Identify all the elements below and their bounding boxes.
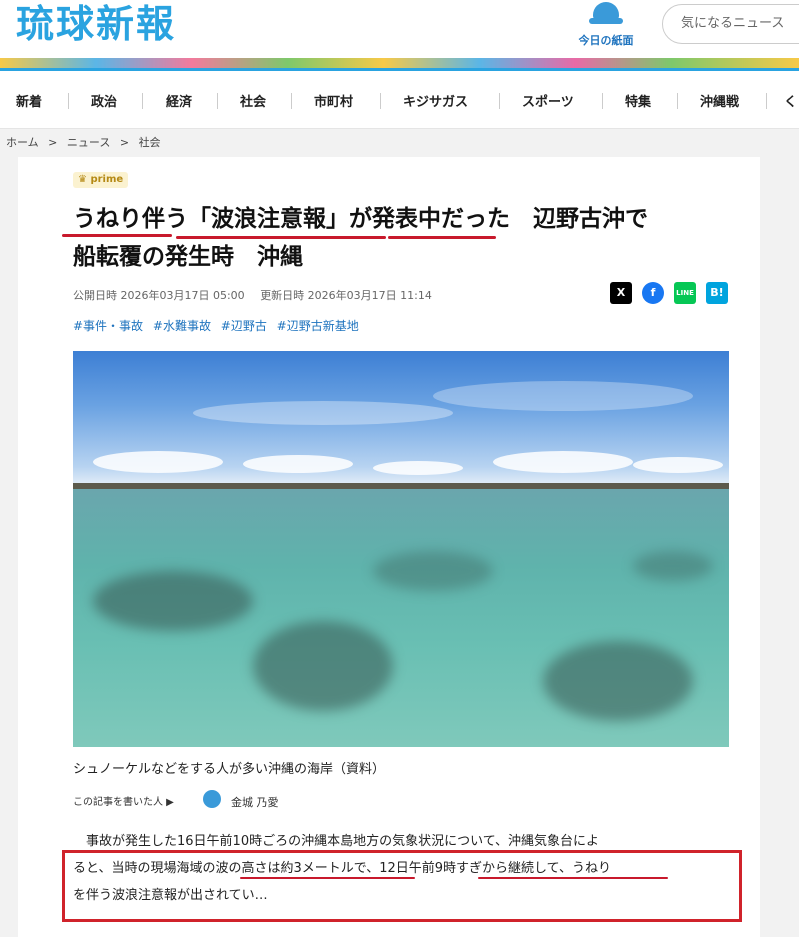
title-annotation-underline <box>62 234 172 237</box>
breadcrumb-society[interactable]: 社会 <box>139 136 161 149</box>
page-margin-left <box>0 157 18 937</box>
author-label: この記事を書いた人 ▶ <box>73 797 174 808</box>
search-input[interactable]: 気になるニュース <box>662 4 799 44</box>
article-tags: #事件・事故 #水難事故 #辺野古 #辺野古新基地 <box>73 317 365 334</box>
breadcrumb-news[interactable]: ニュース <box>67 136 110 149</box>
nav-separator <box>499 93 500 109</box>
nav-item-sports[interactable]: スポーツ <box>522 91 574 110</box>
nav-item-politics[interactable]: 政治 <box>91 91 117 110</box>
article-title-line-1: うねり伴う「波浪注意報」が発表中だった 辺野古沖で <box>73 206 648 232</box>
breadcrumb: ホーム > ニュース > 社会 <box>0 129 799 157</box>
nav-item-municipalities[interactable]: 市町村 <box>314 91 353 110</box>
title-annotation-underline <box>176 236 386 239</box>
tag-link[interactable]: #辺野古 <box>221 319 267 333</box>
author-avatar[interactable] <box>203 790 221 808</box>
chevron-right-icon: > <box>48 136 58 149</box>
nav-item-new[interactable]: 新着 <box>16 91 42 110</box>
photo-caption: シュノーケルなどをする人が多い沖縄の海岸（資料） <box>73 762 386 777</box>
share-line-button[interactable]: LINE <box>674 282 696 304</box>
title-annotation-underline <box>388 236 496 239</box>
nav-separator <box>380 93 381 109</box>
nav-item-kijisagasu[interactable]: キジサガス <box>403 91 468 110</box>
article-title-line-2: 船転覆の発生時 沖縄 <box>73 244 303 270</box>
todays-paper-button[interactable]: 今日の紙面 <box>568 0 644 50</box>
main-nav: 新着 政治 経済 社会 市町村 キジサガス スポーツ 特集 沖縄戦 く <box>0 71 799 129</box>
body-annotation-underline <box>478 877 668 879</box>
nav-separator <box>217 93 218 109</box>
share-hatena-button[interactable]: B! <box>706 282 728 304</box>
nav-separator <box>291 93 292 109</box>
nav-separator <box>766 93 767 109</box>
page-margin-right <box>760 157 799 937</box>
nav-item-society[interactable]: 社会 <box>240 91 266 110</box>
article-photo <box>73 351 729 747</box>
tag-link[interactable]: #辺野古新基地 <box>277 319 359 333</box>
nav-separator <box>68 93 69 109</box>
nav-separator <box>677 93 678 109</box>
newspaper-icon <box>589 0 623 26</box>
article-dates: 公開日時 2026年03月17日 05:00 更新日時 2026年03月17日 … <box>73 287 444 303</box>
nav-separator <box>602 93 603 109</box>
tag-link[interactable]: #事件・事故 <box>73 319 143 333</box>
site-logo[interactable]: 琉球新報 <box>16 2 176 46</box>
author-name[interactable]: 金城 乃愛 <box>231 794 279 810</box>
chevron-right-icon: > <box>119 136 130 149</box>
prime-badge: ♛ prime <box>73 172 129 188</box>
nav-item-features[interactable]: 特集 <box>625 91 651 110</box>
share-facebook-button[interactable]: f <box>642 282 664 304</box>
todays-paper-label: 今日の紙面 <box>578 34 634 47</box>
nav-item-economy[interactable]: 経済 <box>166 91 192 110</box>
body-annotation-underline <box>240 877 415 879</box>
nav-item-more[interactable]: く <box>784 91 797 110</box>
updated-date: 更新日時 2026年03月17日 11:14 <box>260 289 432 302</box>
nav-separator <box>142 93 143 109</box>
body-annotation-box <box>62 850 742 922</box>
tag-link[interactable]: #水難事故 <box>153 319 211 333</box>
site-header: 琉球新報 今日の紙面 気になるニュース <box>0 0 799 58</box>
breadcrumb-home[interactable]: ホーム <box>6 136 39 149</box>
nav-item-okinawa-war[interactable]: 沖縄戦 <box>700 91 739 110</box>
published-date: 公開日時 2026年03月17日 05:00 <box>73 289 245 302</box>
share-x-button[interactable]: X <box>610 282 632 304</box>
header-decoration-band <box>0 58 799 68</box>
